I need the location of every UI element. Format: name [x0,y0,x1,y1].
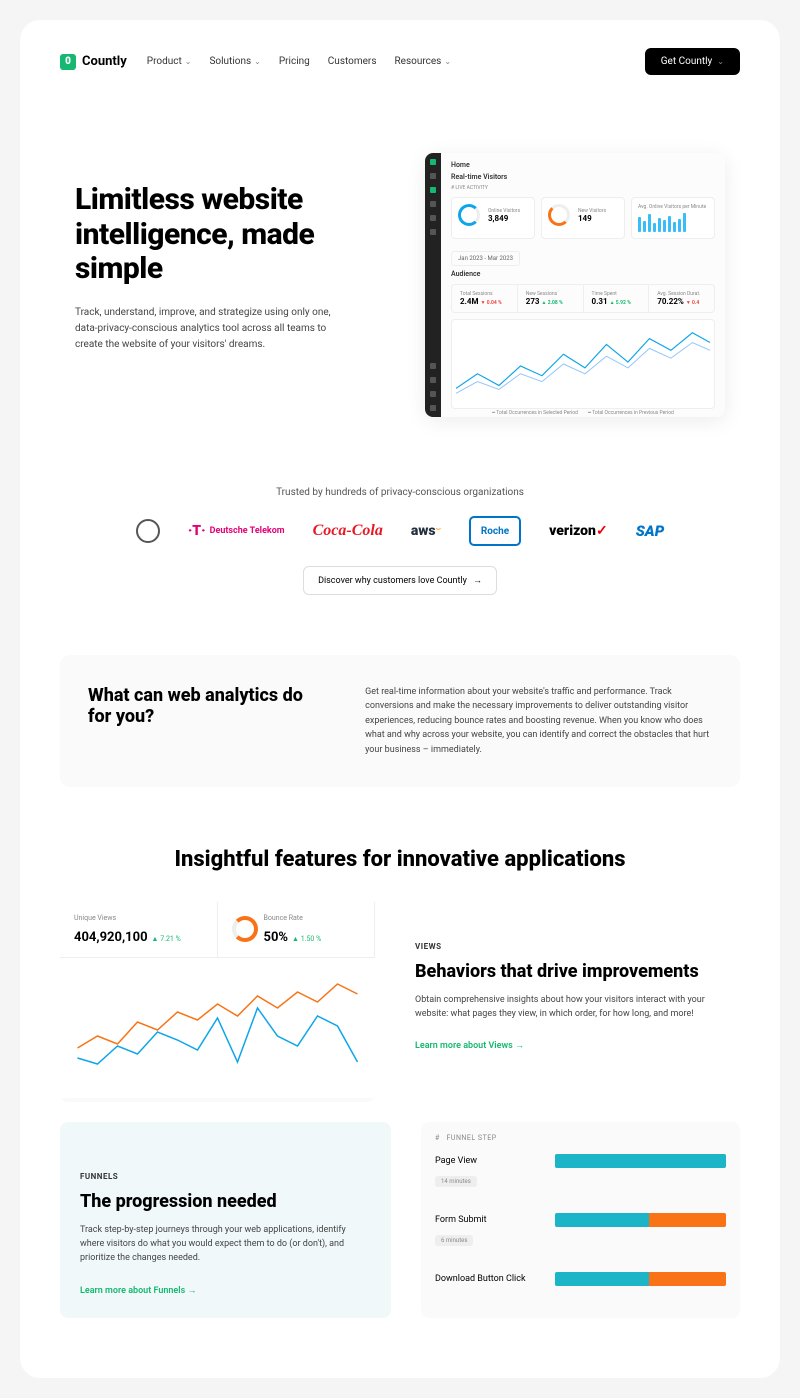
date-range[interactable]: Jan 2023 - Mar 2023 [451,251,520,266]
discover-customers-button[interactable]: Discover why customers love Countly→ [303,566,497,595]
hero-title: Limitless website intelligence, made sim… [75,183,395,287]
sidebar-icon[interactable] [430,201,436,207]
funnel-step-3: Download Button Click [435,1272,726,1286]
views-copy: VIEWS Behaviors that drive improvements … [405,902,740,1102]
sap-logo: SAP [636,516,665,546]
funnels-preview: # FUNNEL STEP Page View 14 minutes Form … [421,1122,740,1318]
deutsche-telekom-logo: ·T·Deutsche Telekom [188,516,285,546]
views-tag: VIEWS [415,942,730,951]
nav-resources[interactable]: Resources⌄ [394,56,451,67]
hero-section: Limitless website intelligence, made sim… [60,153,740,417]
chevron-down-icon: ⌄ [717,57,724,66]
sidebar-icon[interactable] [430,173,436,179]
features-heading: Insightful features for innovative appli… [60,847,740,872]
funnel-time: 14 minutes [435,1176,477,1187]
funnels-title: The progression needed [80,1191,371,1213]
funnel-bar [555,1272,726,1286]
sidebar-icon[interactable] [430,377,436,383]
aws-logo: aws⌣ [411,516,441,546]
info-section: What can web analytics do for you? Get r… [60,655,740,787]
audience-chart: ━ Total Occurrences in Selected Period ━… [451,319,715,409]
unique-views-stat: Unique Views 404,920,100▲ 7.21 % [60,902,218,957]
coca-cola-logo: Coca-Cola [313,516,383,546]
nav-product[interactable]: Product⌄ [147,56,192,67]
dashboard-sidebar [425,153,441,417]
stat-time-spent: Time Spent 0.31 ▲ 5.92 % [584,285,650,312]
funnel-step-1: Page View 14 minutes [435,1154,726,1193]
brand-name: Countly [82,54,127,69]
chevron-down-icon: ⌄ [444,57,451,66]
countly-icon: 0 [60,54,76,70]
views-desc: Obtain comprehensive insights about how … [415,993,730,1022]
funnel-bar [555,1213,726,1227]
page: 0 Countly Product⌄ Solutions⌄ Pricing Cu… [20,20,780,1378]
nav-links: Product⌄ Solutions⌄ Pricing Customers Re… [147,56,625,67]
legend-previous: ━ Total Occurrences in Previous Period [588,410,674,416]
roche-logo: Roche [469,516,521,546]
mini-bar-chart [638,210,708,232]
sidebar-icon[interactable] [430,405,436,411]
online-visitors-card: Online Visitors 3,849 [451,197,535,239]
views-preview: Unique Views 404,920,100▲ 7.21 % Bounce … [60,902,375,1102]
hero-copy: Limitless website intelligence, made sim… [75,153,395,417]
donut-icon [458,204,480,226]
main-nav: 0 Countly Product⌄ Solutions⌄ Pricing Cu… [60,40,740,83]
info-text: Get real-time information about your web… [365,685,712,757]
views-title: Behaviors that drive improvements [415,961,730,983]
trusted-label: Trusted by hundreds of privacy-conscious… [60,487,740,498]
feature-funnels: FUNNELS The progression needed Track ste… [60,1122,740,1318]
hero-subtitle: Track, understand, improve, and strategi… [75,305,335,353]
sidebar-icon[interactable] [430,159,436,165]
feature-views: Unique Views 404,920,100▲ 7.21 % Bounce … [60,902,740,1102]
info-title: What can web analytics do for you? [88,685,325,757]
realtime-label: Real-time Visitors [451,173,715,181]
sidebar-icon[interactable] [430,391,436,397]
live-activity-label: # LIVE ACTIVITY [451,185,715,191]
brand-logos: ·T·Deutsche Telekom Coca-Cola aws⌣ Roche… [60,516,740,546]
sidebar-icon[interactable] [430,215,436,221]
funnels-desc: Track step-by-step journeys through your… [80,1223,371,1266]
stat-total-sessions: Total Sessions 2.4M ▼ 0.04 % [452,285,518,312]
brand-logo[interactable]: 0 Countly [60,54,127,70]
nav-solutions[interactable]: Solutions⌄ [209,56,260,67]
funnels-copy: FUNNELS The progression needed Track ste… [60,1122,391,1318]
chevron-down-icon: ⌄ [185,57,192,66]
bounce-rate-stat: Bounce Rate 50%▲ 1.50 % [218,902,376,957]
home-label: Home [451,161,715,169]
bmw-logo [136,519,160,543]
funnel-time: 6 minutes [435,1235,473,1246]
funnel-step-2: Form Submit 6 minutes [435,1213,726,1252]
new-visitors-card: New Visitors 149 [541,197,625,239]
stat-new-sessions: New Sessions 273 ▲ 2.08 % [518,285,584,312]
nav-customers[interactable]: Customers [328,56,377,67]
legend-current: ━ Total Occurrences in Selected Period [492,410,578,416]
chevron-down-icon: ⌄ [254,57,261,66]
trusted-section: Trusted by hundreds of privacy-conscious… [60,487,740,595]
views-link[interactable]: Learn more about Views → [415,1041,524,1051]
dashboard-main: Home Real-time Visitors # LIVE ACTIVITY … [441,153,725,417]
funnels-tag: FUNNELS [80,1172,371,1181]
donut-icon [232,916,258,942]
views-line-chart [60,958,375,1098]
verizon-logo: verizon✓ [549,516,608,546]
funnels-link[interactable]: Learn more about Funnels → [80,1286,196,1296]
funnel-header: # FUNNEL STEP [435,1134,726,1142]
dashboard-preview: Home Real-time Visitors # LIVE ACTIVITY … [425,153,725,417]
avg-visitors-card: Avg. Online Visitors per Minute [631,197,715,239]
stat-avg-duration: Avg. Session Durat. 70.22% ▼ 0.4 [649,285,714,312]
sidebar-icon[interactable] [430,229,436,235]
arrow-right-icon: → [473,575,482,586]
sidebar-icon[interactable] [430,187,436,193]
sidebar-icon[interactable] [430,363,436,369]
donut-icon [548,204,570,226]
audience-label: Audience [451,270,715,278]
funnel-bar [555,1154,726,1168]
audience-stats: Total Sessions 2.4M ▼ 0.04 % New Session… [451,284,715,313]
get-countly-button[interactable]: Get Countly⌄ [645,48,740,75]
nav-pricing[interactable]: Pricing [279,56,310,67]
